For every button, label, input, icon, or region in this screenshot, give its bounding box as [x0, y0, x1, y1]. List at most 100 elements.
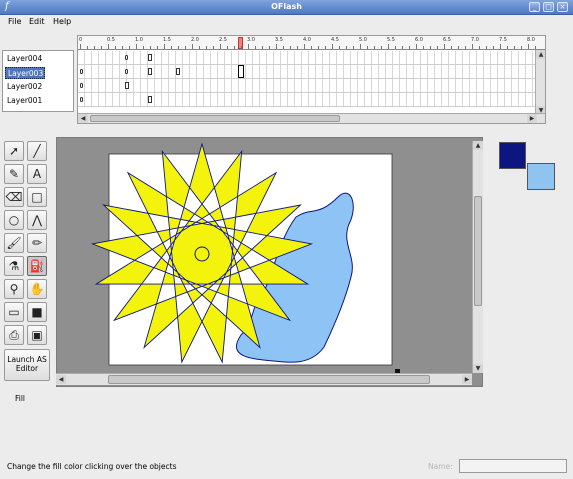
scroll-up-icon[interactable]: ▲: [536, 50, 545, 59]
ruler-label: 2.5: [219, 37, 227, 43]
movie-icon[interactable]: ▣: [27, 325, 47, 345]
ruler-tick: [115, 46, 116, 49]
ruler-tick: [220, 44, 221, 49]
ruler-tick: [444, 44, 445, 49]
status-bar: Change the fill color clicking over the …: [0, 458, 573, 479]
timeline-horizontal-scrollbar[interactable]: ◀ ▶: [78, 113, 545, 123]
hand-icon[interactable]: ✋: [27, 279, 47, 299]
scroll-down-icon[interactable]: ▼: [473, 364, 483, 373]
menu-bar: File Edit Help: [0, 15, 573, 30]
ruler-label: 0.5: [107, 37, 115, 43]
minimize-button[interactable]: _: [529, 2, 540, 12]
layer-item-layer002[interactable]: Layer002: [5, 81, 45, 93]
close-button[interactable]: ×: [557, 2, 568, 12]
ruler-label: 6.0: [415, 37, 423, 43]
name-field[interactable]: [459, 459, 567, 473]
window-titlebar: f OFlash _ □ ×: [0, 0, 573, 15]
ruler-tick: [521, 46, 522, 49]
ruler-tick: [514, 46, 515, 49]
ruler-tick: [339, 46, 340, 49]
timeline-scroll-thumb[interactable]: [90, 115, 340, 122]
ruler-tick: [171, 46, 172, 49]
ruler-tick: [486, 46, 487, 49]
current-frame-marker[interactable]: [238, 65, 244, 78]
ruler-tick: [87, 46, 88, 49]
text-icon[interactable]: A: [27, 164, 47, 184]
keyframe[interactable]: [80, 83, 83, 88]
ink-bottle-icon[interactable]: ⚗: [4, 256, 24, 276]
zoom-icon[interactable]: ⚲: [4, 279, 24, 299]
keyframe-box[interactable]: [176, 68, 180, 75]
paint-bucket-icon[interactable]: ⛽: [27, 256, 47, 276]
eraser-icon[interactable]: ⌫: [4, 187, 24, 207]
keyframe-box[interactable]: [148, 96, 152, 103]
menu-edit[interactable]: Edit: [29, 17, 45, 26]
ruler-tick: [80, 44, 81, 49]
ruler-tick: [535, 46, 536, 49]
scroll-right-icon[interactable]: ▶: [527, 114, 537, 123]
stage-vertical-scrollbar[interactable]: ▲ ▼: [472, 141, 483, 373]
square-fill-icon[interactable]: ■: [27, 302, 47, 322]
polyline-icon[interactable]: ⋀: [27, 210, 47, 230]
timeline-track-layer001[interactable]: [78, 93, 545, 107]
line-icon[interactable]: ╱: [27, 141, 47, 161]
keyframe-box[interactable]: [148, 54, 152, 61]
maximize-button[interactable]: □: [543, 2, 554, 12]
ruler-tick: [297, 46, 298, 49]
ruler-tick: [94, 46, 95, 49]
menu-file[interactable]: File: [8, 17, 21, 26]
scroll-left-icon[interactable]: ◀: [78, 114, 88, 123]
timeline-track-layer003[interactable]: [78, 65, 545, 79]
keyframe[interactable]: [125, 55, 128, 60]
ruler-tick: [423, 46, 424, 49]
text-box-icon[interactable]: ▭: [4, 302, 24, 322]
ruler-tick: [332, 44, 333, 49]
layer-item-layer004[interactable]: Layer004: [5, 53, 45, 65]
ruler-tick: [283, 46, 284, 49]
ruler-tick: [136, 44, 137, 49]
window-title: OFlash: [271, 2, 302, 11]
name-label: Name:: [428, 462, 453, 471]
fill-color-swatch[interactable]: [527, 163, 555, 190]
scroll-right-icon[interactable]: ▶: [462, 375, 472, 384]
timeline-track-layer002[interactable]: [78, 79, 545, 93]
pen-icon[interactable]: ✎: [4, 164, 24, 184]
scroll-left-icon[interactable]: ◀: [56, 375, 66, 384]
timeline-ruler[interactable]: 0 0.5 1.0 1.5 2.0 2.5 3.0 3.5 4.0 4.5 5.0 5.5 6.0 6.5…: [78, 36, 545, 50]
rectangle-icon[interactable]: □: [27, 187, 47, 207]
ruler-tick: [255, 46, 256, 49]
scroll-up-icon[interactable]: ▲: [473, 141, 483, 150]
menu-help[interactable]: Help: [53, 17, 71, 26]
layer-item-layer003[interactable]: Layer003: [5, 67, 45, 79]
import-icon[interactable]: ⎙: [4, 325, 24, 345]
timeline-panel[interactable]: 0 0.5 1.0 1.5 2.0 2.5 3.0 3.5 4.0 4.5 5.0 5.5 6.0 6.5…: [77, 35, 546, 124]
layer-item-layer001[interactable]: Layer001: [5, 95, 45, 107]
stage-horizontal-scrollbar[interactable]: ◀ ▶: [56, 373, 472, 385]
ruler-label: 4.0: [303, 37, 311, 43]
timeline-track-layer004[interactable]: [78, 51, 545, 65]
ruler-label: 3.5: [275, 37, 283, 43]
ruler-tick: [395, 46, 396, 49]
keyframe[interactable]: [80, 97, 83, 102]
ruler-tick: [493, 46, 494, 49]
stage-canvas[interactable]: [56, 137, 472, 373]
star-center[interactable]: [194, 246, 210, 262]
launch-as-editor-button[interactable]: Launch AS Editor: [4, 349, 50, 381]
pencil-icon[interactable]: ✏: [27, 233, 47, 253]
ruler-tick: [164, 44, 165, 49]
keyframe-box[interactable]: [125, 82, 129, 89]
ruler-tick: [416, 44, 417, 49]
keyframe[interactable]: [125, 69, 128, 74]
arrow-select-icon[interactable]: ➚: [4, 141, 24, 161]
stage-horizontal-thumb[interactable]: [108, 375, 430, 384]
ruler-label: 0: [79, 37, 83, 43]
keyframe[interactable]: [80, 69, 83, 74]
ruler-tick: [367, 46, 368, 49]
stage-vertical-thumb[interactable]: [474, 196, 482, 306]
stroke-color-swatch[interactable]: [499, 142, 526, 169]
ruler-tick: [276, 44, 277, 49]
ellipse-icon[interactable]: ○: [4, 210, 24, 230]
ruler-tick: [507, 46, 508, 49]
brush-icon[interactable]: 🖌: [4, 233, 24, 253]
keyframe-box[interactable]: [148, 68, 152, 75]
